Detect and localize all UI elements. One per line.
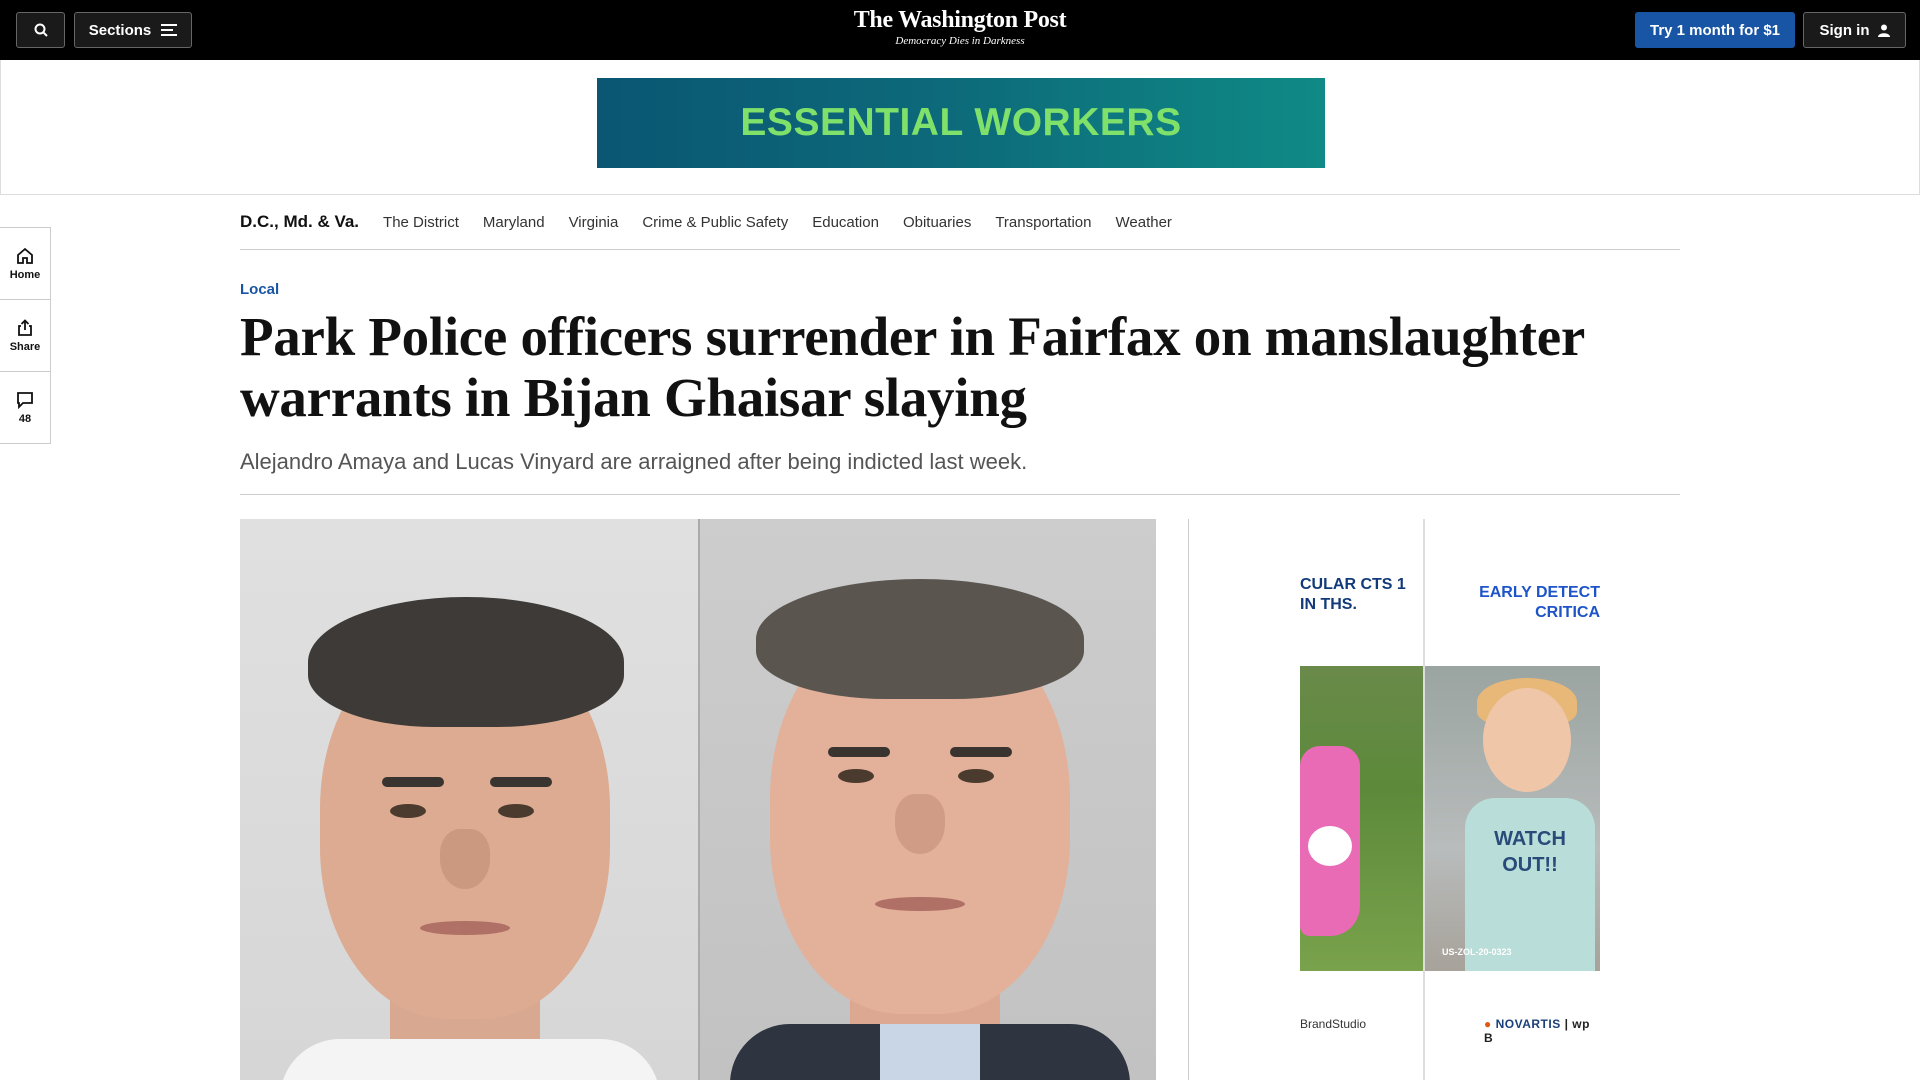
nav-link-weather[interactable]: Weather xyxy=(1116,214,1172,231)
site-tagline: Democracy Dies in Darkness xyxy=(895,35,1025,47)
nav-link-crime-public-safety[interactable]: Crime & Public Safety xyxy=(642,214,788,231)
header-divider xyxy=(240,494,1680,495)
novartis-logo-icon: ● xyxy=(1484,1017,1492,1031)
article-kicker[interactable]: Local xyxy=(240,281,279,298)
essential-workers-ad[interactable]: ESSENTIAL WORKERS xyxy=(597,78,1325,168)
lead-photo[interactable] xyxy=(240,519,1156,1080)
swing-seat-shape xyxy=(1308,826,1352,866)
section-title[interactable]: D.C., Md. & Va. xyxy=(240,212,359,232)
comment-icon xyxy=(17,391,33,409)
nav-link-obituaries[interactable]: Obituaries xyxy=(903,214,971,231)
site-logo: The Washington Post xyxy=(853,7,1067,33)
ad-headline-left: CULAR CTS 1 IN THS. xyxy=(1300,576,1406,613)
ad-playground-image xyxy=(1300,666,1423,971)
sidebar-advertisement[interactable]: CULAR CTS 1 IN THS. EARLY DETECT CRITICA… xyxy=(1300,519,1600,1080)
ad-banner-text: ESSENTIAL WORKERS xyxy=(740,101,1182,144)
sign-in-button[interactable]: Sign in xyxy=(1803,12,1906,48)
search-icon xyxy=(34,23,48,37)
comments-button[interactable]: 48 xyxy=(0,371,51,444)
share-label: Share xyxy=(9,340,41,353)
ad-reference-code: US-ZOL-20-0323 xyxy=(1442,947,1512,957)
subscribe-trial-button[interactable]: Try 1 month for $1 xyxy=(1635,12,1795,48)
nav-link-virginia[interactable]: Virginia xyxy=(569,214,619,231)
mugshot-left xyxy=(240,519,698,1080)
sections-label: Sections xyxy=(88,21,152,39)
search-button[interactable] xyxy=(16,12,65,48)
nav-link-maryland[interactable]: Maryland xyxy=(483,214,545,231)
share-button[interactable]: Share xyxy=(0,299,51,372)
sections-menu-button[interactable]: Sections xyxy=(74,12,192,48)
left-action-rail: Home Share 48 xyxy=(0,227,51,444)
comments-count: 48 xyxy=(18,412,32,425)
hamburger-icon xyxy=(161,24,178,36)
column-divider xyxy=(1188,519,1189,1080)
ad-sponsor-name: NOVARTIS xyxy=(1495,1017,1561,1031)
ad-headline-right: EARLY DETECT CRITICA xyxy=(1479,584,1600,621)
mugshot-right xyxy=(698,519,1156,1080)
home-icon xyxy=(17,247,33,264)
ad-brandstudio-label: BrandStudio xyxy=(1300,1017,1367,1031)
sign-in-label: Sign in xyxy=(1819,21,1870,39)
top-ad-container: ESSENTIAL WORKERS xyxy=(0,60,1920,195)
article-headline: Park Police officers surrender in Fairfa… xyxy=(240,306,1584,428)
top-navigation-bar: Sections The Washington Post Democracy D… xyxy=(0,0,1920,60)
child-shirt: WATCH OUT!! xyxy=(1465,798,1595,971)
child-face-shape xyxy=(1483,688,1571,792)
home-button[interactable]: Home xyxy=(0,227,51,300)
nav-link-transportation[interactable]: Transportation xyxy=(995,214,1091,231)
masthead-logo[interactable]: The Washington Post Democracy Dies in Da… xyxy=(760,6,1160,48)
nav-link-education[interactable]: Education xyxy=(812,214,879,231)
shirt-text-line-1: WATCH xyxy=(1494,828,1566,850)
section-navigation: D.C., Md. & Va. The District Maryland Vi… xyxy=(240,195,1680,250)
ad-child-image: WATCH OUT!! xyxy=(1425,666,1600,971)
nav-link-the-district[interactable]: The District xyxy=(383,214,459,231)
share-icon xyxy=(18,318,32,336)
ad-sponsor-footer: ● NOVARTIS | wp B xyxy=(1484,1017,1600,1045)
article-subheadline: Alejandro Amaya and Lucas Vinyard are ar… xyxy=(240,449,1028,474)
user-icon xyxy=(1877,24,1890,37)
home-label: Home xyxy=(9,268,41,281)
shirt-text-line-2: OUT!! xyxy=(1502,854,1558,876)
